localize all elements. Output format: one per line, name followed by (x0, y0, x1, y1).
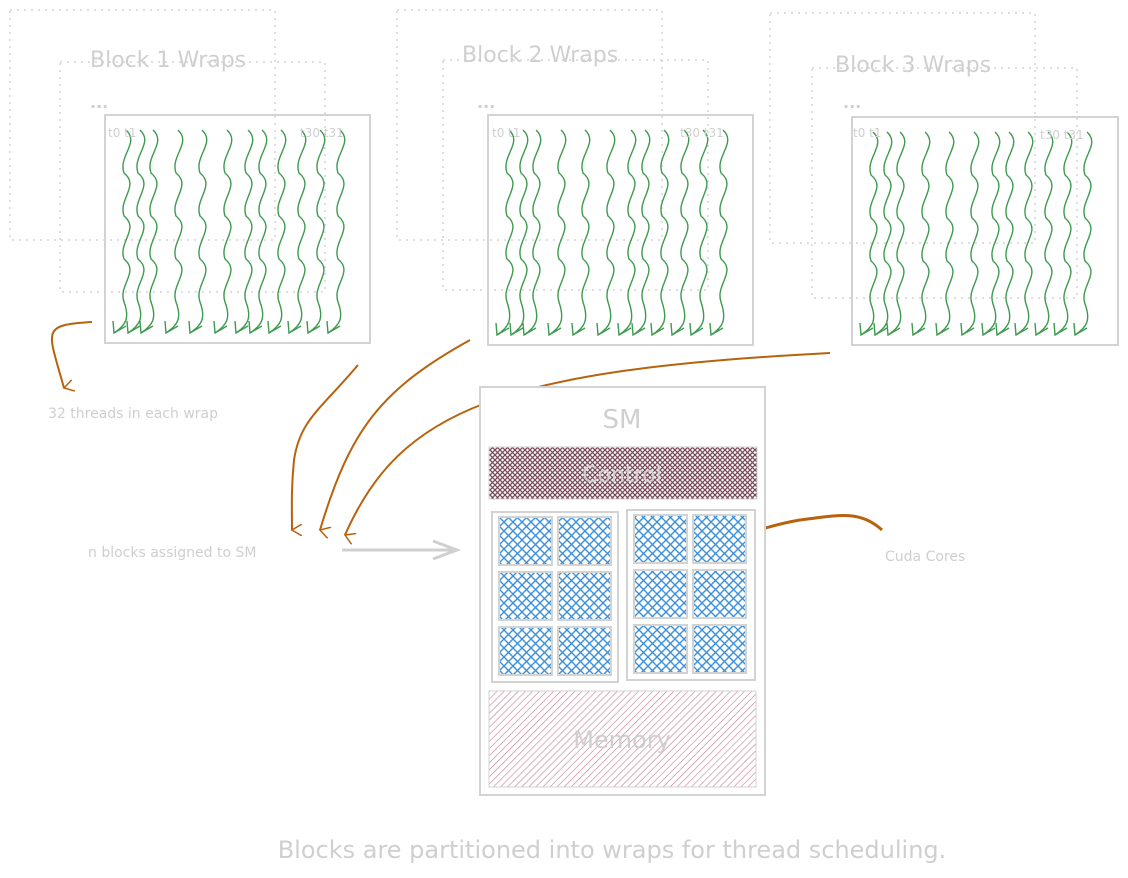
blocks-assigned-label: n blocks assigned to SM (88, 545, 256, 561)
block-3-first-threads: t0 t1 (853, 126, 882, 140)
memory-label: Memory (573, 726, 671, 754)
block-2-to-sm-arrow (320, 339, 471, 530)
threads-per-wrap-label: 32 threads in each wrap (48, 406, 218, 422)
cuda-core (633, 624, 688, 674)
block-1-ellipsis: ... (90, 93, 108, 112)
block-2-first-threads: t0 t1 (492, 126, 521, 140)
block-1-title: Block 1 Wraps (90, 48, 246, 73)
block-2-title: Block 2 Wraps (462, 43, 618, 68)
cuda-core (557, 571, 612, 621)
block-3-ellipsis: ... (843, 93, 861, 112)
block-1-first-threads: t0 t1 (108, 126, 137, 140)
assign-arrow (342, 539, 462, 561)
threads-annotation-arrow (50, 321, 93, 388)
cuda-core (498, 516, 553, 566)
warp-frame-front (487, 114, 754, 346)
cuda-core (498, 626, 553, 676)
block-2-ellipsis: ... (477, 93, 495, 112)
cuda-core (633, 514, 688, 564)
cuda-core (692, 624, 747, 674)
diagram-canvas: Block 1 Wraps ... t0 t1 t30 t31 Block 2 … (9, 9, 1119, 864)
cuda-core (692, 514, 747, 564)
warp-frame-front (851, 116, 1119, 346)
block-1-last-threads: t30 t31 (300, 126, 344, 140)
cuda-core (498, 571, 553, 621)
block-3-title: Block 3 Wraps (835, 53, 991, 78)
warp-frame-front (104, 114, 371, 344)
block-1-to-sm-arrow (292, 364, 359, 530)
cuda-cores-label: Cuda Cores (885, 549, 965, 565)
block-3-last-threads: t30 t31 (1040, 128, 1084, 142)
sm-unit: SM Control Memory (479, 386, 766, 796)
cuda-core (557, 626, 612, 676)
sm-title: SM (603, 405, 642, 435)
cuda-core (692, 569, 747, 619)
caption: Blocks are partitioned into wraps for th… (278, 836, 947, 864)
block-2-last-threads: t30 t31 (680, 126, 724, 140)
cuda-core (557, 516, 612, 566)
cuda-core (633, 569, 688, 619)
control-label: Control (582, 463, 662, 488)
